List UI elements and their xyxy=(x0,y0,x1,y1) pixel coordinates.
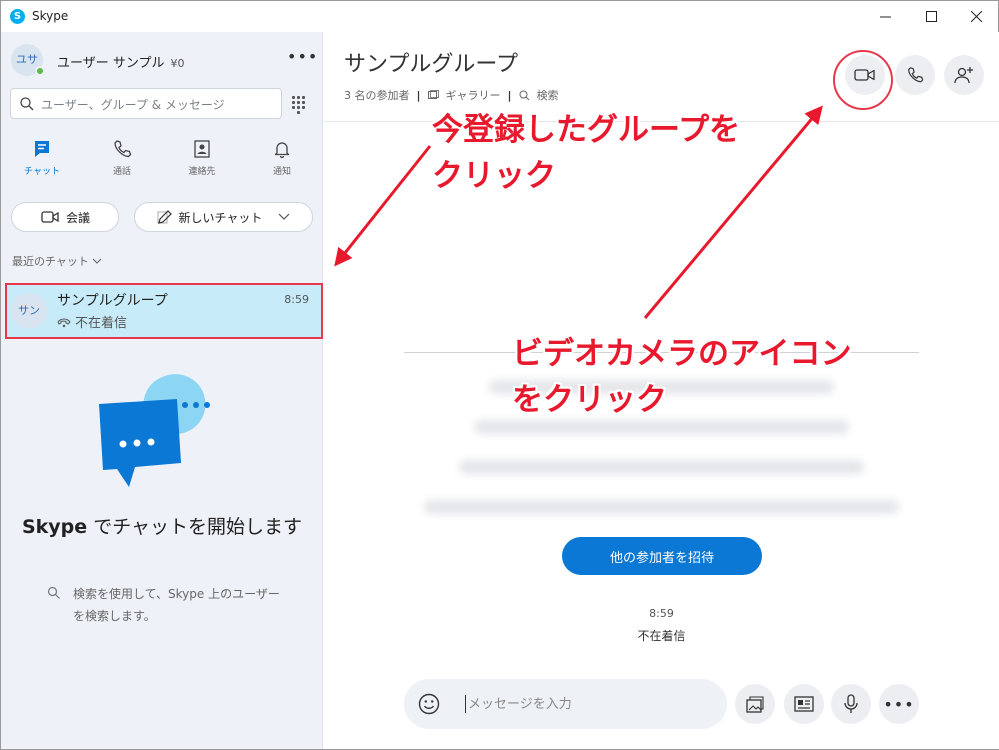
phone-icon xyxy=(114,140,132,158)
empty-state-description: 検索を使用して、Skype 上のユーザーを検索します。 xyxy=(47,583,287,627)
share-file-button[interactable] xyxy=(735,684,775,724)
tab-notifications-label: 通知 xyxy=(272,167,291,177)
chat-item-preview: 不在着信 xyxy=(75,316,128,331)
blurred-message xyxy=(424,500,899,514)
minimize-icon xyxy=(879,16,891,18)
sidebar: ユサ ユーザー サンプル ¥0 ••• ユーザー、グループ & メッセージ チャッ… xyxy=(1,32,323,749)
meet-now-button[interactable]: 会議 xyxy=(11,202,119,232)
skype-credit: ¥0 xyxy=(170,57,185,70)
tab-chat-label: チャット xyxy=(24,167,60,177)
dialpad-button[interactable] xyxy=(285,90,313,118)
new-chat-label: 新しいチャット xyxy=(178,210,263,225)
action-buttons: 会議 新しいチャット xyxy=(11,202,313,232)
annotation-line: ビデオカメラのアイコン xyxy=(512,336,852,372)
more-composer-options-button[interactable]: ••• xyxy=(879,684,919,724)
annotation-line: をクリック xyxy=(512,382,667,418)
add-participant-button[interactable] xyxy=(944,55,984,95)
compose-icon xyxy=(157,210,172,224)
new-chat-button[interactable]: 新しいチャット xyxy=(134,202,313,232)
search-icon xyxy=(519,90,529,100)
emoji-icon[interactable] xyxy=(417,692,441,716)
more-options-button[interactable]: ••• xyxy=(287,46,317,72)
contact-card-icon xyxy=(794,696,814,712)
chat-icon xyxy=(35,141,49,157)
chat-item-name: サンプルグループ xyxy=(57,293,168,309)
profile-name-text: ユーザー サンプル xyxy=(57,56,165,71)
tab-notifications[interactable]: 通知 xyxy=(242,132,322,184)
annotation-click-group: 今登録したグループを クリック xyxy=(432,107,740,199)
search-icon xyxy=(20,97,34,111)
search-conversation-link[interactable]: 検索 xyxy=(537,87,559,103)
conversation-meta: 3 名の参加者 | ギャラリー | 検索 xyxy=(344,87,559,103)
send-contact-button[interactable] xyxy=(784,684,824,724)
conversation-title[interactable]: サンプルグループ xyxy=(344,46,518,78)
tab-chat[interactable]: チャット xyxy=(2,132,82,184)
phone-icon xyxy=(908,67,924,83)
tab-contacts-label: 連絡先 xyxy=(188,167,216,177)
system-message-text: 不在着信 xyxy=(637,629,686,643)
annotation-line: 今登録したグループを xyxy=(432,112,741,148)
tab-calls-label: 通話 xyxy=(112,167,131,177)
annotation-click-video: ビデオカメラのアイコン をクリック xyxy=(512,331,851,423)
empty-state-title-text: でチャットを開始します xyxy=(87,516,303,538)
empty-state-brand: Skype xyxy=(21,516,88,538)
minimize-button[interactable] xyxy=(862,1,908,32)
skype-logo-icon: S xyxy=(10,9,25,24)
bell-icon xyxy=(274,142,290,159)
annotation-line: クリック xyxy=(432,158,556,194)
chat-item-time: 8:59 xyxy=(284,293,309,306)
gallery-icon xyxy=(427,90,439,99)
close-icon xyxy=(970,11,982,22)
search-placeholder: ユーザー、グループ & メッセージ xyxy=(41,98,225,112)
chat-item-subtitle: 不在着信 xyxy=(57,312,127,331)
meet-now-label: 会議 xyxy=(65,210,90,225)
message-composer xyxy=(404,679,727,729)
text-cursor xyxy=(465,695,466,713)
missed-call-icon xyxy=(57,318,71,327)
online-status-dot xyxy=(35,66,45,76)
message-input[interactable] xyxy=(468,692,698,716)
close-button[interactable] xyxy=(953,1,999,32)
maximize-icon xyxy=(925,11,937,22)
chevron-down-icon xyxy=(93,258,102,264)
search-icon xyxy=(47,586,60,599)
empty-state-description-text: 検索を使用して、Skype 上のユーザーを検索します。 xyxy=(73,587,280,623)
microphone-icon xyxy=(844,694,858,713)
empty-state-title: Skype でチャットを開始します xyxy=(1,511,323,543)
window-title: Skype xyxy=(32,9,69,23)
media-file-icon xyxy=(746,696,764,713)
meta-separator: | xyxy=(416,88,421,102)
recent-chats-label: 最近のチャット xyxy=(12,255,89,268)
meta-separator: | xyxy=(507,88,512,102)
video-button-highlight-circle xyxy=(833,50,893,110)
chat-bubbles-illustration xyxy=(99,374,210,487)
video-meeting-icon xyxy=(41,211,59,223)
contacts-icon xyxy=(194,140,210,158)
add-person-icon xyxy=(954,67,973,84)
audio-call-button[interactable] xyxy=(895,55,935,95)
tab-contacts[interactable]: 連絡先 xyxy=(162,132,242,184)
recent-chats-header[interactable]: 最近のチャット xyxy=(12,253,102,269)
chevron-down-icon xyxy=(279,213,290,220)
voice-message-button[interactable] xyxy=(831,684,871,724)
participants-link[interactable]: 3 名の参加者 xyxy=(344,87,410,103)
gallery-link[interactable]: ギャラリー xyxy=(446,87,501,103)
blurred-message xyxy=(459,460,864,474)
maximize-button[interactable] xyxy=(908,1,954,32)
invite-participants-button[interactable]: 他の参加者を招待 xyxy=(562,537,762,575)
profile-bar[interactable]: ユサ ユーザー サンプル ¥0 ••• xyxy=(11,42,317,78)
search-box[interactable]: ユーザー、グループ & メッセージ xyxy=(10,88,282,119)
chat-list-item[interactable]: サン サンプルグループ 不在着信 8:59 xyxy=(5,283,323,339)
title-bar: S Skype xyxy=(1,1,998,32)
profile-name[interactable]: ユーザー サンプル ¥0 xyxy=(57,52,184,71)
nav-tabs: チャット 通話 連絡先 通知 xyxy=(1,132,323,184)
group-avatar: サン xyxy=(11,293,47,329)
tab-calls[interactable]: 通話 xyxy=(82,132,162,184)
system-message-time: 8:59 xyxy=(649,607,674,620)
